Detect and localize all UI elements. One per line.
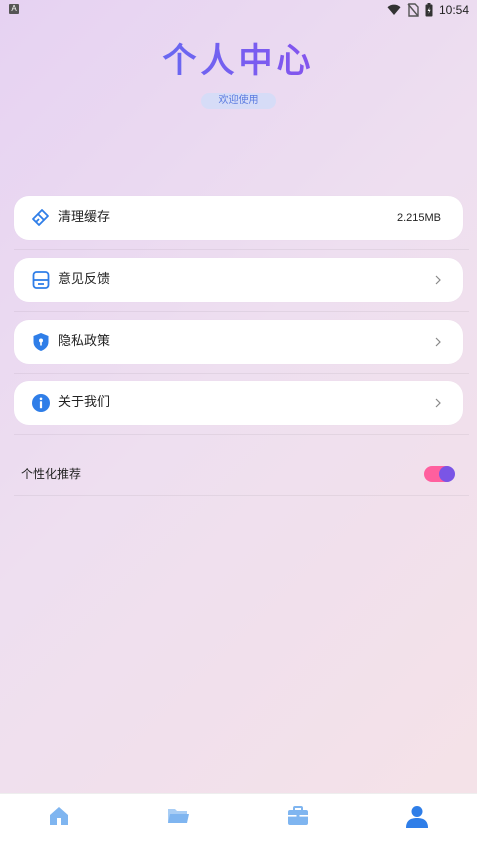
wifi-icon [387,4,401,15]
menu-item-label: 清理缓存 [58,210,111,225]
broom-icon [32,209,49,226]
menu-item-label: 隐私政策 [58,334,111,349]
shield-lock-icon [33,333,49,351]
chevron-right-icon [435,398,441,408]
briefcase-icon[interactable] [286,804,310,828]
menu-item-clear-cache[interactable]: 清理缓存 2.215MB [14,196,463,240]
folder-icon[interactable] [166,804,190,828]
feedback-box-icon [32,271,50,289]
menu-item-label: 意见反馈 [58,272,111,287]
welcome-badge: 欢迎使用 [201,93,276,109]
info-circle-icon [32,394,50,412]
cache-size-value: 2.215MB [396,212,441,224]
status-bar: A 10:54 [0,0,477,20]
bottom-nav [0,793,477,849]
divider [14,373,469,374]
menu-item-privacy-policy[interactable]: 隐私政策 [14,320,463,364]
battery-icon [425,3,433,17]
page-title: 个人中心 [0,36,477,86]
menu-item-about-us[interactable]: 关于我们 [14,381,463,425]
toggle-knob [439,466,455,482]
menu-item-feedback[interactable]: 意见反馈 [14,258,463,302]
personalized-recommendation-label: 个性化推荐 [21,467,82,481]
app-notification-icon: A [9,4,19,14]
divider [14,249,469,250]
personalized-recommendation-row: 个性化推荐 [14,452,463,496]
divider [14,434,469,435]
divider [14,311,469,312]
status-icons: 10:54 [387,2,469,18]
status-time: 10:54 [438,3,469,17]
home-icon[interactable] [47,804,71,828]
divider [14,495,469,496]
chevron-right-icon [435,275,441,285]
chevron-right-icon [435,337,441,347]
user-icon[interactable] [405,804,429,828]
personalized-recommendation-toggle[interactable] [424,466,455,482]
no-sim-icon [407,3,419,17]
menu-item-label: 关于我们 [58,395,111,410]
